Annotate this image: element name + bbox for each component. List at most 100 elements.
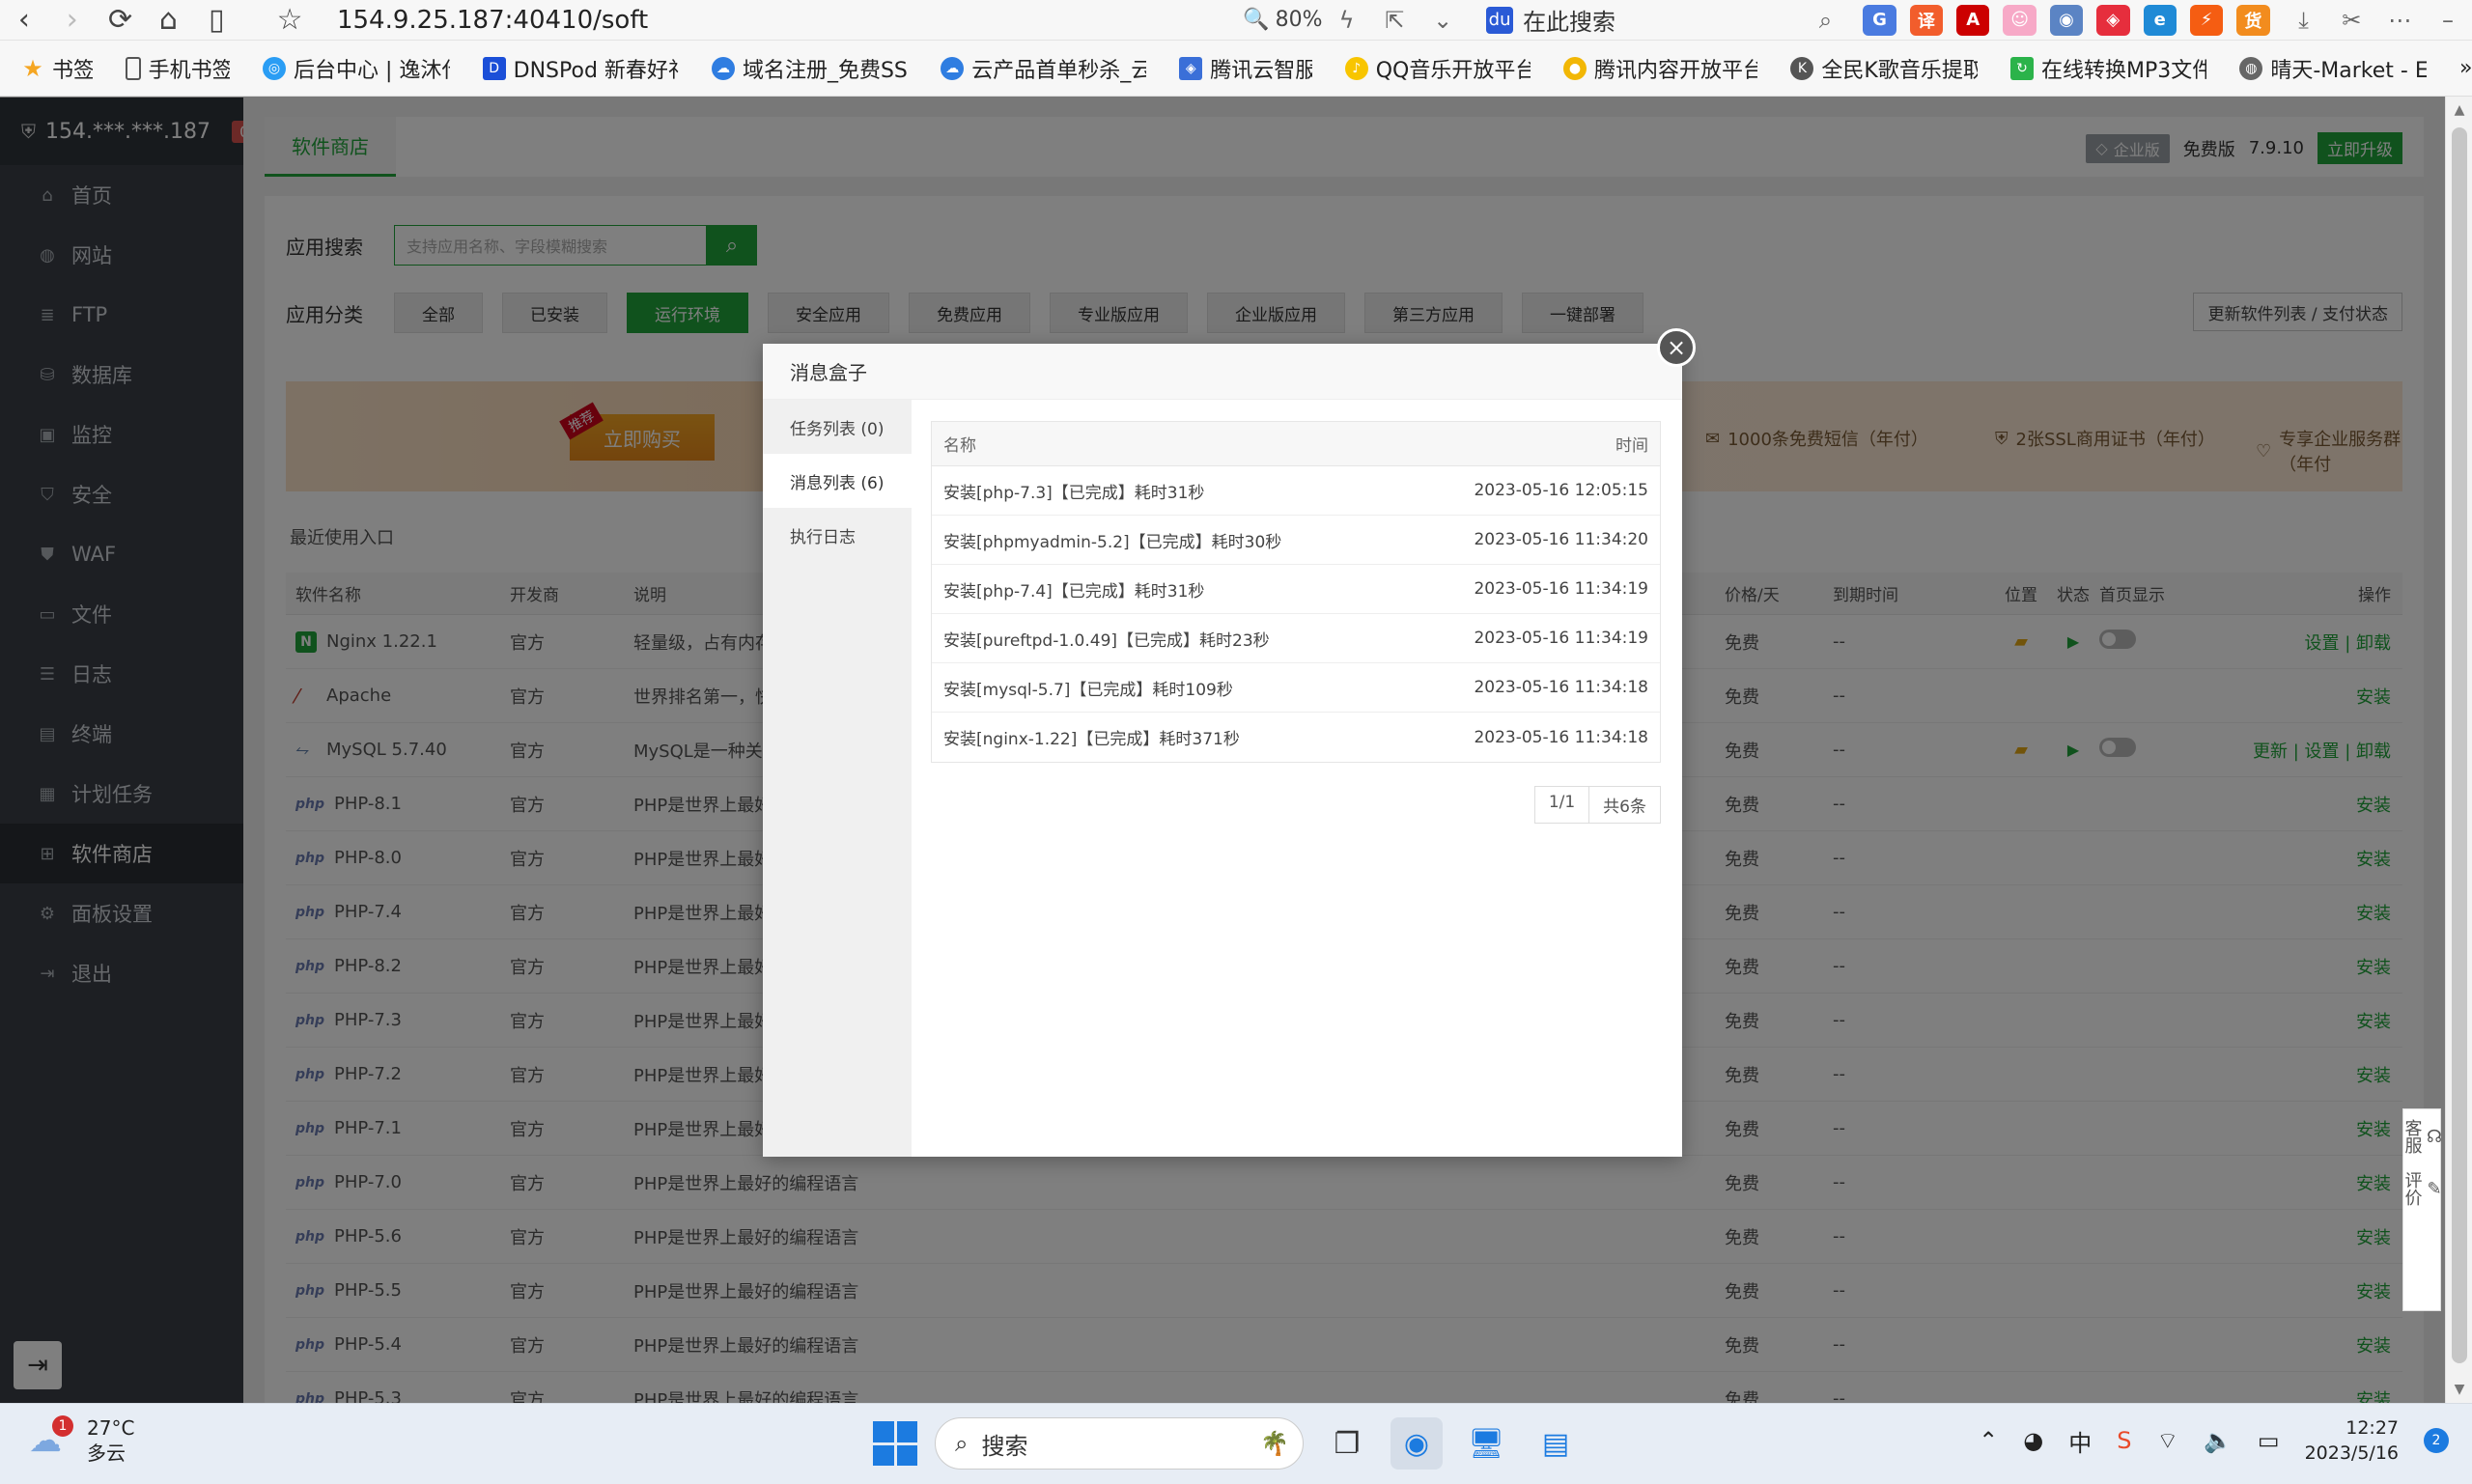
chevron-down-icon[interactable]: ⌄ [1419, 7, 1467, 34]
scissors-icon[interactable]: ✂ [2327, 7, 2375, 34]
chevron-up-icon[interactable]: ⌃ [1979, 1427, 1998, 1454]
huo-icon[interactable]: 货 [2236, 4, 2270, 36]
yi-icon[interactable]: 译 [1909, 4, 1944, 36]
bookmark-item[interactable]: ◈ 腾讯云智服 [1179, 53, 1312, 84]
back-icon[interactable]: ‹ [0, 1, 48, 40]
bookmark-item[interactable]: ★ 书签 [21, 53, 92, 84]
volume-icon[interactable]: 🔈 [2204, 1427, 2233, 1454]
bookmarks-bar: ★ 书签 手机书签 ◎ 后台中心 | 逸沐代 D DNSPod 新春好礼 ☁ 域名注册_… [0, 41, 2472, 97]
baidu-icon: du [1486, 6, 1514, 34]
message-row: 安装[phpmyadmin-5.2]【已完成】耗时30秒 2023-05-16 1… [932, 516, 1660, 565]
bookmark-item[interactable]: ◎ 后台中心 | 逸沐代 [263, 53, 450, 84]
lightning-icon[interactable]: ϟ [1323, 7, 1371, 34]
site-icon: ◎ [263, 56, 287, 80]
bookmark-item[interactable]: ↻ 在线转换MP3文件 [2010, 53, 2206, 84]
cat-icon[interactable]: ☺ [2003, 4, 2037, 36]
scroll-thumb[interactable] [2452, 127, 2467, 1363]
browser-app-icon[interactable]: ◉ [1390, 1417, 1443, 1470]
review-button[interactable]: ✎ 评价 [2400, 1171, 2445, 1206]
bookmark-item[interactable]: ☁ 云产品首单秒杀_云 [941, 53, 1146, 84]
ime-indicator[interactable]: 中 [2068, 1424, 2092, 1458]
notification-badge[interactable]: 2 [2424, 1428, 2449, 1453]
share-icon[interactable]: ⇱ [1370, 7, 1419, 34]
modal-content: 名称 时间 安装[php-7.3]【已完成】耗时31秒 2023-05-16 12… [912, 400, 1682, 1157]
bookmark-label: 腾讯云智服 [1210, 58, 1312, 83]
bookmark-label: 在线转换MP3文件 [2041, 58, 2207, 83]
message-row: 安装[pureftpd-1.0.49]【已完成】耗时23秒 2023-05-16 … [932, 614, 1660, 663]
e-icon[interactable]: e [2143, 4, 2177, 36]
date: 2023/5/16 [2304, 1442, 2399, 1464]
zoom-level[interactable]: 🔍 80% [1243, 8, 1322, 32]
sogou-icon[interactable]: S [2117, 1427, 2131, 1454]
message-box-modal: 消息盒子 任务列表 (0) 消息列表 (6) 执行日志 名称 时间 安装[php… [763, 344, 1682, 1157]
cloud-icon: ☁ [711, 56, 735, 80]
download-icon[interactable]: ⤓ [2280, 7, 2328, 34]
translate-icon[interactable]: G [1863, 4, 1896, 36]
cloud-icon: ☁ 1 [29, 1415, 75, 1460]
bookmark-label: DNSPod 新春好礼 [513, 58, 679, 83]
user-icon[interactable]: ◕ [2023, 1427, 2043, 1454]
pdf-icon[interactable]: A [1956, 4, 1990, 36]
bookmark-label: 后台中心 | 逸沐代 [294, 58, 450, 83]
bookmark-label: 手机书签 [148, 58, 231, 83]
scroll-down-icon[interactable]: ▼ [2446, 1376, 2472, 1403]
forward-icon[interactable]: › [48, 1, 97, 40]
star-icon[interactable]: ☆ [266, 1, 314, 40]
bookmark-item[interactable]: 手机书签 [125, 53, 231, 84]
close-icon[interactable]: × [1657, 328, 1696, 367]
bookmark-item[interactable]: ● 腾讯内容开放平台 [1563, 53, 1757, 84]
customer-service-button[interactable]: ☊ 客服 [2400, 1119, 2445, 1154]
qqmusic-icon: ♪ [1344, 56, 1368, 80]
message-name: 安装[nginx-1.22]【已完成】耗时371秒 [943, 730, 1240, 749]
message-table: 名称 时间 安装[php-7.3]【已完成】耗时31秒 2023-05-16 12… [931, 421, 1661, 763]
message-table-body: 安装[php-7.3]【已完成】耗时31秒 2023-05-16 12:05:15… [932, 466, 1660, 762]
search-icon[interactable]: ⌕ [1802, 7, 1850, 34]
bookmark-item[interactable]: D DNSPod 新春好礼 [482, 53, 679, 84]
bookmark-label: 全民K歌音乐提取 [1821, 58, 1979, 83]
page-scrollbar[interactable]: ▲ ▼ [2445, 97, 2472, 1403]
browser-search[interactable]: du 在此搜索 [1486, 3, 1801, 37]
system-tray: ⌃ ◕ 中 S ⌔ 🔈 ▭ 12:27 2023/5/16 2 [1979, 1415, 2449, 1466]
reload-icon[interactable]: ⟳ [97, 1, 145, 40]
bell-icon: ● [1563, 56, 1587, 80]
battery-icon[interactable]: ▭ [2258, 1427, 2280, 1454]
clock[interactable]: 12:27 2023/5/16 [2305, 1415, 2399, 1466]
home-icon[interactable]: ⌂ [144, 1, 192, 40]
reader-icon[interactable]: ▯ [192, 1, 240, 40]
bookmark-item[interactable]: ♪ QQ音乐开放平台 [1344, 53, 1531, 84]
bookmark-item[interactable]: ☁ 域名注册_免费SSL [711, 53, 908, 84]
pagination: 1/1 共6条 [1533, 786, 1661, 824]
notepad-icon[interactable]: ▤ [1530, 1417, 1582, 1470]
menu-exec-log[interactable]: 执行日志 [763, 508, 912, 562]
page-indicator[interactable]: 1/1 [1533, 786, 1590, 824]
message-time: 2023-05-16 11:34:19 [1474, 629, 1648, 648]
bookmark-item[interactable]: ◍ 晴天-Market - E [2239, 53, 2427, 84]
more-icon[interactable]: ⋯ [2375, 7, 2424, 34]
address-bar[interactable]: 154.9.25.187:40410/soft [337, 6, 818, 35]
bookmark-label: QQ音乐开放平台 [1375, 58, 1531, 83]
weather-widget[interactable]: ☁ 1 27°C 多云 [29, 1415, 134, 1466]
flash-icon[interactable]: ⚡ [2189, 4, 2224, 36]
weibo-icon[interactable]: ◈ [2096, 4, 2130, 36]
wifi-icon[interactable]: ⌔ [2156, 1426, 2178, 1455]
float-side-panel: ☊ 客服 ✎ 评价 [2402, 1108, 2445, 1311]
message-name: 安装[pureftpd-1.0.49]【已完成】耗时23秒 [943, 630, 1270, 651]
bookmarks-more-icon[interactable]: » [2459, 56, 2472, 80]
windows-start-icon[interactable] [873, 1421, 917, 1466]
convert-icon: ↻ [2010, 56, 2035, 80]
minimize-icon[interactable]: – [2424, 7, 2472, 34]
total-count: 共6条 [1588, 786, 1661, 824]
ext-globe-icon[interactable]: ◉ [2049, 4, 2084, 36]
menu-task-list[interactable]: 任务列表 (0) [763, 400, 912, 454]
taskbar-apps: ⌕ 搜索 🌴 ❐ ◉ 🖥 ▤ [873, 1417, 1582, 1470]
col-time: 时间 [1615, 436, 1648, 456]
taskbar-search[interactable]: ⌕ 搜索 🌴 [935, 1417, 1304, 1470]
task-view-icon[interactable]: ❐ [1321, 1417, 1373, 1470]
scroll-up-icon[interactable]: ▲ [2446, 97, 2472, 124]
bookmark-item[interactable]: K 全民K歌音乐提取 [1790, 53, 1978, 84]
menu-message-list[interactable]: 消息列表 (6) [763, 454, 912, 508]
message-row: 安装[nginx-1.22]【已完成】耗时371秒 2023-05-16 11:3… [932, 713, 1660, 762]
cloud-icon: ☁ [941, 56, 965, 80]
message-name: 安装[mysql-5.7]【已完成】耗时109秒 [943, 680, 1233, 700]
remote-desktop-icon[interactable]: 🖥 [1460, 1417, 1512, 1470]
